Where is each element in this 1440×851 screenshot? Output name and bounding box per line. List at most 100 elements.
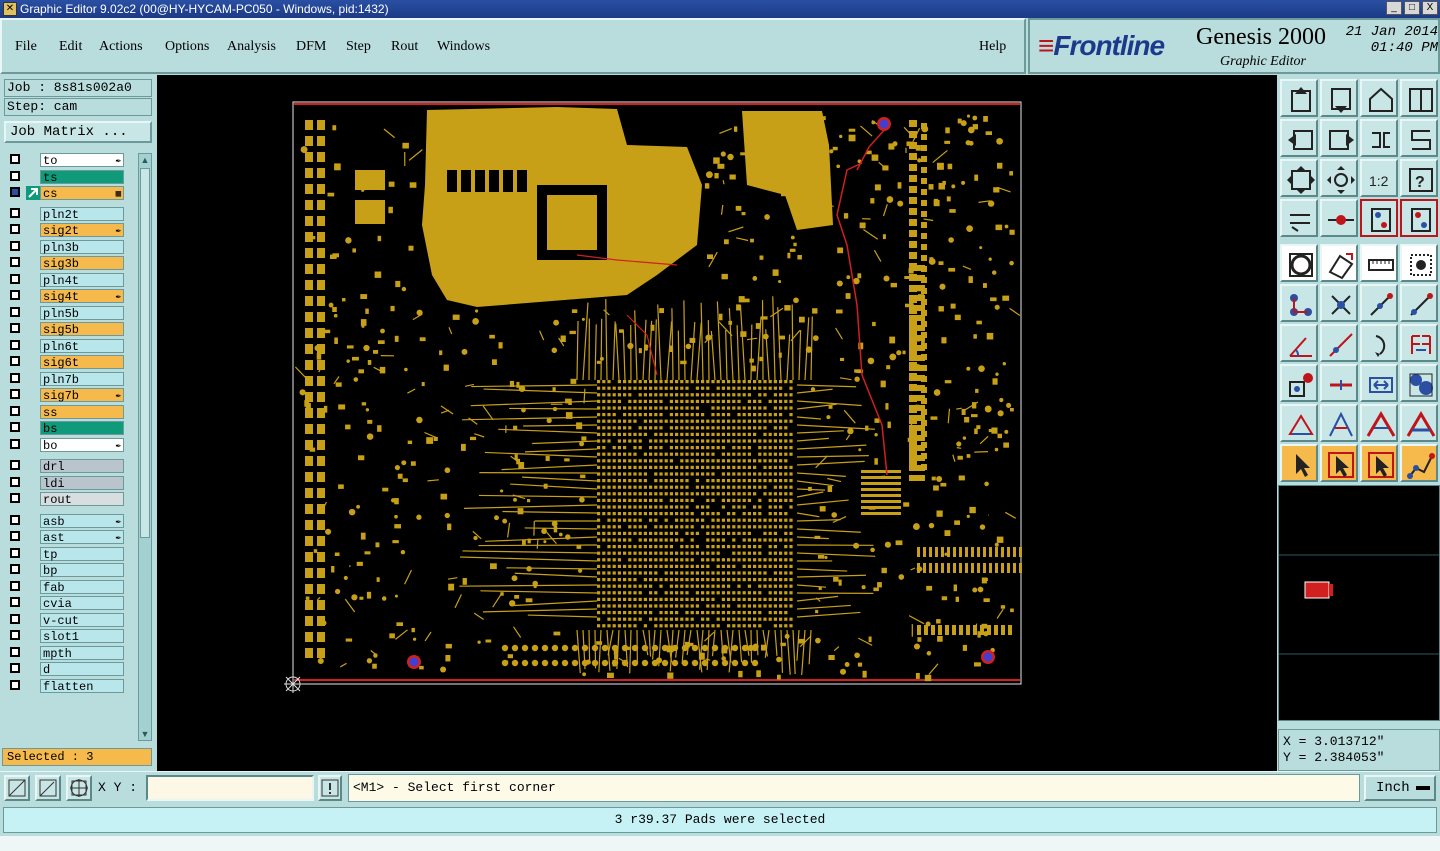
zoom-fit-button[interactable] [1280,159,1318,197]
layer-row-v-cut[interactable]: v-cut [4,612,126,628]
menu-step[interactable]: Step [346,39,371,55]
layer-checkbox[interactable] [10,630,20,640]
layer-row-fab[interactable]: fab [4,579,126,595]
net-button[interactable] [1400,444,1438,482]
layer-checkbox[interactable] [10,154,20,164]
layer-name[interactable]: ast ✒ [40,530,124,545]
triangle-button[interactable] [1280,404,1318,442]
menu-windows[interactable]: Windows [437,39,490,55]
record-button[interactable] [1280,244,1318,282]
layer-row-cvia[interactable]: cvia [4,596,126,611]
right-arrow-button[interactable] [1320,119,1358,157]
unit-selector[interactable]: Inch [1364,775,1436,801]
layer-name[interactable]: cvia [40,596,124,611]
layer-checkbox[interactable] [10,547,20,558]
layer-row-asb[interactable]: asb ✒ [4,513,126,529]
layer-checkbox[interactable] [10,187,20,197]
minimize-button[interactable]: _ [1386,1,1402,15]
layer-row-sig3b[interactable]: sig3b [4,256,126,271]
help-button[interactable]: ? [1400,159,1438,197]
pyramid-dual-button[interactable] [1400,404,1438,442]
layer-name[interactable]: drl [40,459,124,474]
layer-checkbox[interactable] [10,372,20,383]
layer-row-ss[interactable]: ss [4,404,126,420]
pointer-select-button[interactable] [1320,444,1358,482]
layer-name[interactable]: pln6t [40,338,124,354]
layer-name[interactable]: tp [40,546,124,562]
probe-button[interactable] [1320,199,1358,237]
alert-button[interactable] [318,775,342,801]
layer-checkbox[interactable] [10,613,20,624]
layer-name[interactable]: flatten [40,678,124,694]
layer-name[interactable]: ss [40,404,124,420]
layer-checkbox[interactable] [10,405,20,416]
line-button[interactable] [1320,324,1358,362]
layer-row-slot1[interactable]: slot1 [4,629,126,644]
layer-checkbox[interactable] [10,207,20,218]
layer-checkbox[interactable] [10,514,20,525]
layer-name[interactable]: bp [40,563,124,578]
layer-checkbox[interactable] [10,438,20,449]
edit-shape-button[interactable] [1320,244,1358,282]
layer-row-drl[interactable]: drl [4,459,126,474]
layer-checkbox[interactable] [10,306,20,317]
layer-checkbox[interactable] [10,257,20,267]
delete-node-button[interactable] [1320,284,1358,322]
menu-dfm[interactable]: DFM [296,39,326,55]
snap-button[interactable] [1400,244,1438,282]
zoom-center-button[interactable] [1320,159,1358,197]
resize-button[interactable] [1360,364,1398,402]
pcb-drawing[interactable] [157,75,1277,771]
layer-row-pln5b[interactable]: pln5b [4,305,126,321]
layer-checkbox[interactable] [10,531,20,541]
layer-row-pln6t[interactable]: pln6t [4,338,126,354]
home-button[interactable] [1360,79,1398,117]
layer-checkbox[interactable] [10,323,20,333]
layer-multi-button[interactable] [1400,199,1438,237]
layer-checkbox[interactable] [10,224,20,234]
graphic-canvas[interactable] [157,75,1277,771]
layer-name[interactable]: v-cut [40,612,124,628]
connect-button[interactable] [1280,284,1318,322]
layer-name[interactable]: sig4t ✒ [40,289,124,304]
layer-row-pln7b[interactable]: pln7b [4,371,126,387]
layer-row-pln3b[interactable]: pln3b [4,239,126,255]
layer-name[interactable]: bs [40,421,124,436]
layer-name[interactable]: fab [40,579,124,595]
flip-button[interactable] [1400,119,1438,157]
layer-checkbox[interactable] [10,339,20,350]
move-point-button[interactable] [1400,284,1438,322]
layer-row-sig7b[interactable]: sig7b ✒ [4,388,126,403]
split-view-button[interactable] [1400,79,1438,117]
layer-checkbox[interactable] [10,493,20,503]
xy-input[interactable] [146,775,314,801]
ruler-button[interactable] [1360,244,1398,282]
layer-name[interactable]: to ✒ [40,153,124,168]
layer-name[interactable]: d [40,662,124,677]
layer-checkbox[interactable] [10,646,20,657]
layer-row-d[interactable]: d [4,662,126,677]
layer-row-sig6t[interactable]: sig6t [4,355,126,370]
layer-checkbox[interactable] [10,273,20,284]
close-button[interactable]: X [1422,1,1438,15]
scale-1-2-button[interactable]: 1:2 [1360,159,1398,197]
layer-row-mpth[interactable]: mpth [4,645,126,661]
zoom-area-button[interactable] [4,775,30,801]
angle-button[interactable] [1280,324,1318,362]
download-button[interactable] [1320,79,1358,117]
layer-row-sig4t[interactable]: sig4t ✒ [4,289,126,304]
layer-name[interactable]: pln7b [40,371,124,387]
menu-help[interactable]: Help [979,39,1006,55]
layer-name[interactable]: sig2t ✒ [40,223,124,238]
feature-button[interactable] [1400,324,1438,362]
layer-checkbox[interactable] [10,240,20,251]
layer-name[interactable]: pln4t [40,272,124,288]
layer-checkbox[interactable] [10,389,20,399]
layer-name[interactable]: rout [40,492,124,507]
layer-checkbox[interactable] [10,170,20,181]
swap-button[interactable] [1360,119,1398,157]
group-button[interactable] [1400,364,1438,402]
layer-checkbox[interactable] [10,564,20,574]
menu-edit[interactable]: Edit [59,39,82,55]
layer-name[interactable]: asb ✒ [40,513,124,529]
